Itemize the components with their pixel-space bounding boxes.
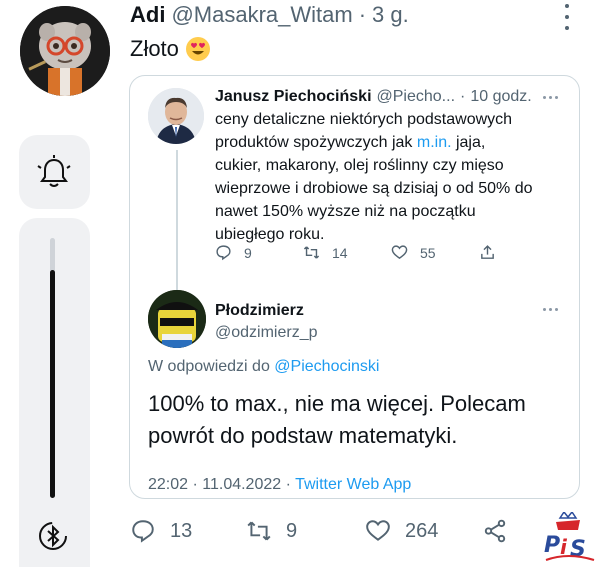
author-handle[interactable]: @Masakra_Witam bbox=[171, 2, 352, 28]
like-button[interactable]: 264 bbox=[365, 518, 438, 544]
retweet-count: 9 bbox=[286, 519, 298, 542]
author-avatar[interactable] bbox=[20, 6, 110, 96]
like-count: 264 bbox=[405, 519, 439, 542]
bluetooth-icon[interactable] bbox=[37, 520, 69, 552]
quoted-reply-button[interactable]: 9 bbox=[215, 244, 252, 261]
bell-icon[interactable] bbox=[34, 152, 74, 192]
upload-share-icon bbox=[481, 245, 494, 259]
quoted-author-name[interactable]: Janusz Piechociński bbox=[215, 88, 372, 106]
quoted-text-segment: produktów spożywczych jak bbox=[215, 134, 417, 151]
tweet-text: Złoto bbox=[130, 36, 211, 62]
quoted-tweet-header: Janusz Piechociński @Piecho... · 10 godz… bbox=[215, 88, 560, 106]
reply-count: 13 bbox=[170, 519, 193, 542]
header-separator: · bbox=[358, 2, 367, 27]
reply-icon bbox=[132, 520, 154, 543]
thread-connector-line bbox=[176, 150, 178, 293]
reply-source-link[interactable]: Twitter Web App bbox=[295, 476, 411, 493]
share-icon bbox=[484, 519, 506, 543]
author-name[interactable]: Adi bbox=[130, 2, 165, 28]
reply-to-link[interactable]: @Piechocinski bbox=[274, 358, 379, 375]
quoted-text-line: nawet 150% wyższe niż na początku bbox=[215, 203, 476, 220]
tweet-header: Adi @Masakra_Witam · 3 g. bbox=[130, 2, 560, 32]
retweet-button[interactable]: 9 bbox=[246, 518, 297, 544]
like-icon bbox=[391, 245, 408, 260]
heart-eyes-emoji-icon bbox=[185, 37, 210, 61]
quoted-tweet-actions: 9 14 55 bbox=[215, 244, 505, 268]
quoted-more-icon[interactable] bbox=[543, 96, 558, 99]
quoted-text-line: ubiegłego roku. bbox=[215, 226, 325, 243]
cartoon-avatar-image bbox=[20, 6, 110, 96]
pis-watermark-logo: P i S bbox=[544, 512, 595, 562]
reply-author-name[interactable]: Płodzimierz bbox=[215, 302, 304, 320]
quoted-author-handle[interactable]: @Piecho... bbox=[377, 88, 456, 106]
reply-to-prefix: W odpowiedzi do bbox=[148, 358, 275, 375]
reply-timestamp[interactable]: 22:02 · 11.04.2022 · bbox=[148, 476, 295, 493]
more-icon[interactable] bbox=[562, 4, 572, 30]
reply-text-line: powrót do podstaw matematyki. bbox=[148, 423, 458, 448]
quoted-retweet-count: 14 bbox=[332, 244, 348, 261]
quoted-separator: · bbox=[460, 88, 466, 105]
reply-tweet-text: 100% to max., nie ma więcej. Polecam pow… bbox=[148, 388, 568, 452]
quoted-text-line: ceny detaliczne niektórych podstawowych bbox=[215, 111, 513, 128]
reply-text-line: 100% to max., nie ma więcej. Polecam bbox=[148, 391, 526, 416]
reply-author-handle[interactable]: @odzimierz_p bbox=[215, 324, 318, 342]
volume-slider-fill[interactable] bbox=[50, 270, 55, 498]
quoted-text-line: cukier, makarony, olej roślinny czy mięs… bbox=[215, 157, 504, 174]
quoted-retweet-button[interactable]: 14 bbox=[303, 244, 348, 261]
reply-timestamp-line: 22:02 · 11.04.2022 · Twitter Web App bbox=[148, 476, 411, 494]
reply-more-icon[interactable] bbox=[543, 308, 558, 311]
reply-to-line: W odpowiedzi do @Piechocinski bbox=[148, 358, 379, 376]
quoted-like-count: 55 bbox=[420, 244, 436, 261]
tweet-time[interactable]: 3 g. bbox=[372, 2, 409, 28]
quoted-author-avatar[interactable] bbox=[148, 88, 204, 144]
quoted-text-line: wieprzowe i drobiowe są dzisiaj o od 50%… bbox=[215, 180, 533, 197]
reply-author-avatar[interactable] bbox=[148, 290, 206, 348]
like-icon bbox=[366, 520, 390, 541]
politician-portrait-image bbox=[148, 88, 204, 144]
retweet-icon bbox=[247, 521, 271, 541]
quoted-text-link[interactable]: m.in. bbox=[417, 134, 452, 151]
quoted-like-button[interactable]: 55 bbox=[391, 244, 436, 261]
quoted-tweet-text: ceny detaliczne niektórych podstawowych … bbox=[215, 108, 570, 246]
svg-text:P: P bbox=[544, 533, 560, 558]
sponge-character-image bbox=[148, 290, 206, 348]
quoted-text-segment: jaja, bbox=[451, 134, 486, 151]
quoted-reply-count: 9 bbox=[244, 244, 252, 261]
tweet-text-content: Złoto bbox=[130, 36, 179, 61]
quoted-share-button[interactable] bbox=[479, 244, 496, 261]
quoted-time[interactable]: 10 godz. bbox=[470, 88, 531, 106]
reply-icon bbox=[216, 245, 231, 261]
share-button[interactable] bbox=[482, 518, 508, 544]
tweet-actions: 13 9 264 bbox=[130, 518, 510, 550]
reply-button[interactable]: 13 bbox=[130, 518, 192, 544]
retweet-icon bbox=[303, 246, 320, 259]
quoted-text-line: produktów spożywczych jak m.in. jaja, bbox=[215, 131, 570, 154]
